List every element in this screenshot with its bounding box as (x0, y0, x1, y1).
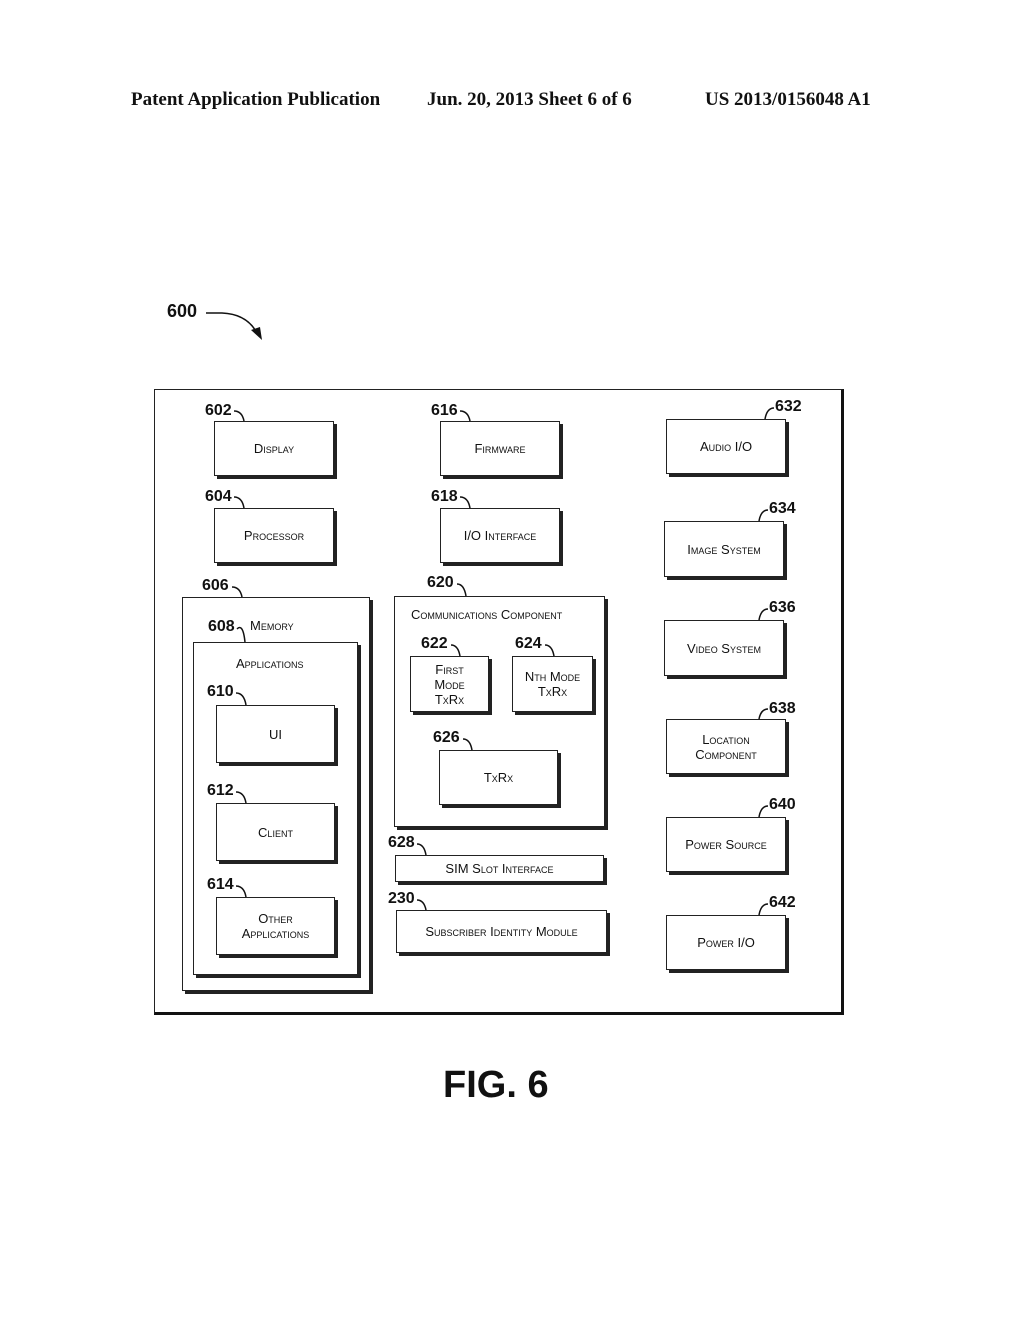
video-system-label: Video System (687, 640, 761, 656)
ref-604: 604 (205, 488, 232, 505)
processor-label: Processor (243, 528, 305, 543)
figure-arrow (206, 312, 259, 336)
subscriber-identity-module-box: Subscriber Identity Module (396, 910, 607, 953)
first-mode-txrx-box: First Mode TxRx (410, 656, 489, 712)
publication-date-sheet: Jun. 20, 2013 Sheet 6 of 6 (427, 89, 632, 110)
other-applications-box: Other Applications (216, 897, 335, 955)
power-io-box: Power I/O (666, 915, 786, 970)
subscriber-identity-module-label: Subscriber Identity Module (425, 924, 578, 939)
sim-slot-interface-label: SIM Slot Interface (445, 861, 554, 876)
ref-634: 634 (769, 500, 796, 517)
location-component-box: Location Component (666, 719, 786, 774)
other-applications-label: Other Applications (241, 911, 310, 941)
ref-602: 602 (205, 402, 232, 419)
firmware-label: Firmware (474, 441, 526, 456)
ref-614: 614 (207, 876, 234, 893)
sim-slot-interface-box: SIM Slot Interface (395, 855, 604, 882)
txrx-box: TxRx (439, 750, 558, 805)
power-source-box: Power Source (666, 817, 786, 872)
ref-642: 642 (769, 894, 796, 911)
communications-component-label: Communications Component (411, 607, 563, 622)
ui-label: UI (269, 726, 282, 742)
io-interface-box: I/O Interface (440, 508, 560, 563)
image-system-box: Image System (664, 521, 784, 577)
ref-638: 638 (769, 700, 796, 717)
power-io-label: Power I/O (697, 935, 755, 950)
ref-612: 612 (207, 782, 234, 799)
client-label: Client (258, 824, 293, 840)
figure-caption: FIG. 6 (443, 1064, 549, 1106)
firmware-box: Firmware (440, 421, 560, 476)
figure-arrow-head (251, 327, 262, 340)
display-box: Display (214, 421, 334, 476)
ref-626: 626 (433, 729, 460, 746)
ref-608: 608 (208, 618, 235, 635)
ref-632: 632 (775, 398, 802, 415)
figure-ref-600: 600 (167, 301, 198, 321)
ui-box: UI (216, 705, 335, 763)
audio-io-box: Audio I/O (666, 419, 786, 474)
ref-618: 618 (431, 488, 458, 505)
ref-610: 610 (207, 683, 234, 700)
nth-mode-txrx-box: Nth Mode TxRx (512, 656, 593, 712)
ref-616: 616 (431, 402, 458, 419)
ref-230: 230 (388, 890, 415, 907)
location-component-label: Location Component (695, 731, 757, 762)
ref-640: 640 (769, 796, 796, 813)
ref-606: 606 (202, 577, 229, 594)
image-system-label: Image System (687, 541, 761, 557)
power-source-label: Power Source (685, 837, 767, 852)
io-interface-label: I/O Interface (463, 528, 537, 543)
memory-label: Memory (250, 618, 294, 633)
ref-624: 624 (515, 635, 542, 652)
first-mode-txrx-label: First Mode TxRx (434, 661, 465, 707)
publication-title: Patent Application Publication (131, 89, 381, 110)
ref-622: 622 (421, 635, 448, 652)
publication-number: US 2013/0156048 A1 (705, 89, 871, 110)
ref-628: 628 (388, 834, 415, 851)
client-box: Client (216, 803, 335, 861)
processor-box: Processor (214, 508, 334, 563)
ref-636: 636 (769, 599, 796, 616)
nth-mode-txrx-label: Nth Mode TxRx (524, 669, 581, 699)
display-label: Display (253, 441, 295, 456)
audio-io-label: Audio I/O (699, 439, 753, 454)
ref-620: 620 (427, 574, 454, 591)
applications-label: Applications (236, 656, 304, 671)
video-system-box: Video System (664, 620, 784, 676)
txrx-label: TxRx (483, 770, 514, 785)
